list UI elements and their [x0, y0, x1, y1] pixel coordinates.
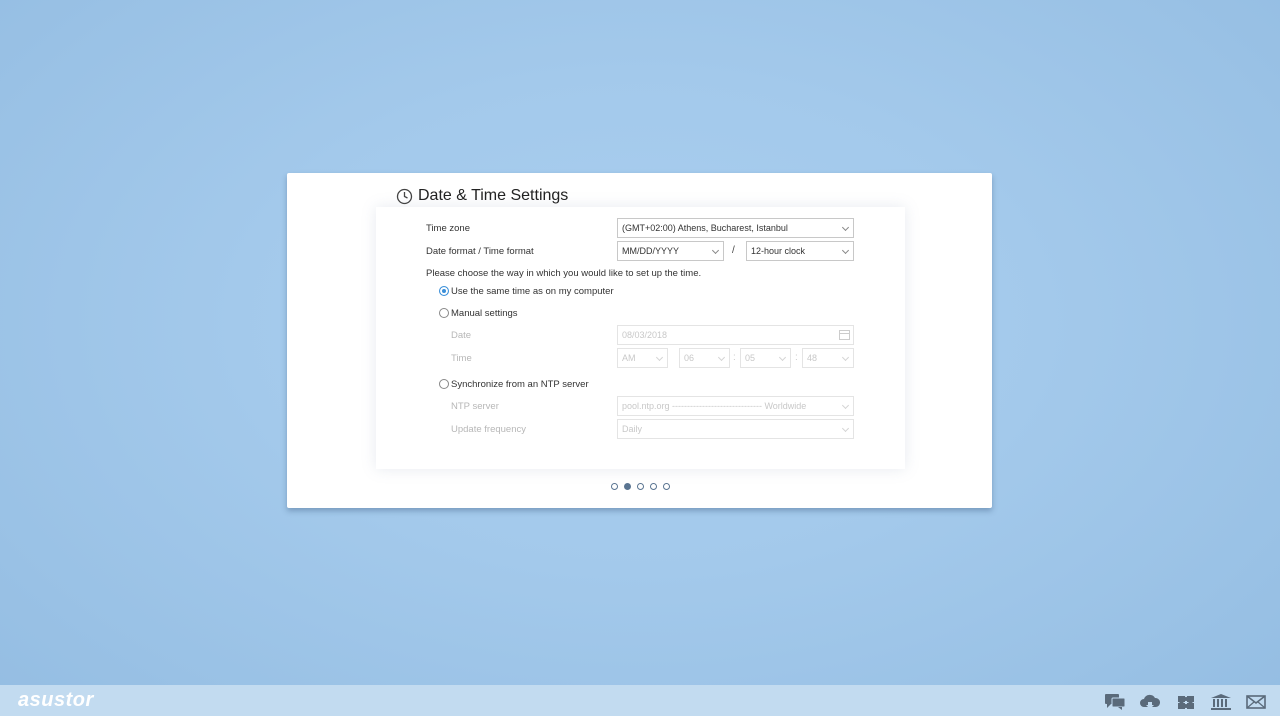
time-label: Time [451, 353, 472, 364]
ampm-value: AM [622, 353, 636, 363]
timezone-label: Time zone [426, 223, 470, 234]
chevron-down-icon [717, 353, 726, 362]
chevron-down-icon [841, 353, 850, 362]
time-colon: : [733, 352, 736, 363]
update-frequency-value: Daily [622, 424, 643, 434]
puzzle-icon[interactable] [1175, 693, 1197, 711]
time-colon: : [795, 352, 798, 363]
chevron-down-icon [841, 223, 850, 232]
page-dot-5[interactable] [663, 483, 670, 490]
timezone-value: (GMT+02:00) Athens, Bucharest, Istanbul [622, 223, 788, 233]
timezone-select[interactable]: (GMT+02:00) Athens, Bucharest, Istanbul [617, 218, 854, 238]
chevron-down-icon [841, 424, 850, 433]
option-ntp-label[interactable]: Synchronize from an NTP server [451, 379, 589, 390]
radio-use-computer-time[interactable] [439, 286, 449, 296]
chevron-down-icon [778, 353, 787, 362]
update-frequency-label: Update frequency [451, 424, 526, 435]
pagination [611, 483, 670, 490]
radio-ntp-server[interactable] [439, 379, 449, 389]
page-dot-3[interactable] [637, 483, 644, 490]
date-value: 08/03/2018 [622, 330, 668, 340]
chevron-down-icon [841, 401, 850, 410]
hour-value: 06 [684, 353, 695, 363]
ampm-select[interactable]: AM [617, 348, 668, 368]
option-manual-label[interactable]: Manual settings [451, 308, 518, 319]
chat-icon[interactable] [1104, 693, 1126, 711]
calendar-icon[interactable] [839, 330, 850, 340]
chevron-down-icon [841, 246, 850, 255]
hour-select[interactable]: 06 [679, 348, 730, 368]
format-separator: / [732, 245, 735, 256]
option-computer-label[interactable]: Use the same time as on my computer [451, 286, 614, 297]
time-format-select[interactable]: 12-hour clock [746, 241, 854, 261]
minute-value: 05 [745, 353, 756, 363]
ntp-server-label: NTP server [451, 401, 499, 412]
chevron-down-icon [711, 246, 720, 255]
wizard-dialog: Date & Time Settings Time zone (GMT+02:0… [287, 173, 992, 508]
second-select[interactable]: 48 [802, 348, 854, 368]
second-value: 48 [807, 353, 818, 363]
chevron-down-icon [655, 353, 664, 362]
taskbar: asustor [0, 685, 1280, 716]
bank-icon[interactable] [1210, 693, 1232, 711]
date-format-select[interactable]: MM/DD/YYYY [617, 241, 724, 261]
dialog-header: Date & Time Settings [396, 187, 568, 205]
instruction-text: Please choose the way in which you would… [426, 268, 702, 279]
minute-select[interactable]: 05 [740, 348, 791, 368]
date-label: Date [451, 330, 472, 341]
clock-icon [396, 188, 413, 204]
asustor-logo: asustor [18, 689, 94, 711]
update-frequency-select[interactable]: Daily [617, 419, 854, 439]
format-label: Date format / Time format [426, 246, 534, 257]
ntp-server-value: pool.ntp.org ---------------------------… [622, 401, 807, 411]
radio-manual-settings[interactable] [439, 308, 449, 318]
ntp-server-select[interactable]: pool.ntp.org ---------------------------… [617, 396, 854, 416]
page-dot-4[interactable] [650, 483, 657, 490]
mail-icon[interactable] [1245, 693, 1267, 711]
page-dot-1[interactable] [611, 483, 618, 490]
page-title: Date & Time Settings [418, 187, 569, 204]
cloud-download-icon[interactable] [1139, 693, 1161, 711]
date-input[interactable]: 08/03/2018 [617, 325, 854, 345]
time-format-value: 12-hour clock [751, 246, 806, 256]
date-format-value: MM/DD/YYYY [622, 246, 680, 256]
page-dot-2[interactable] [624, 483, 631, 490]
